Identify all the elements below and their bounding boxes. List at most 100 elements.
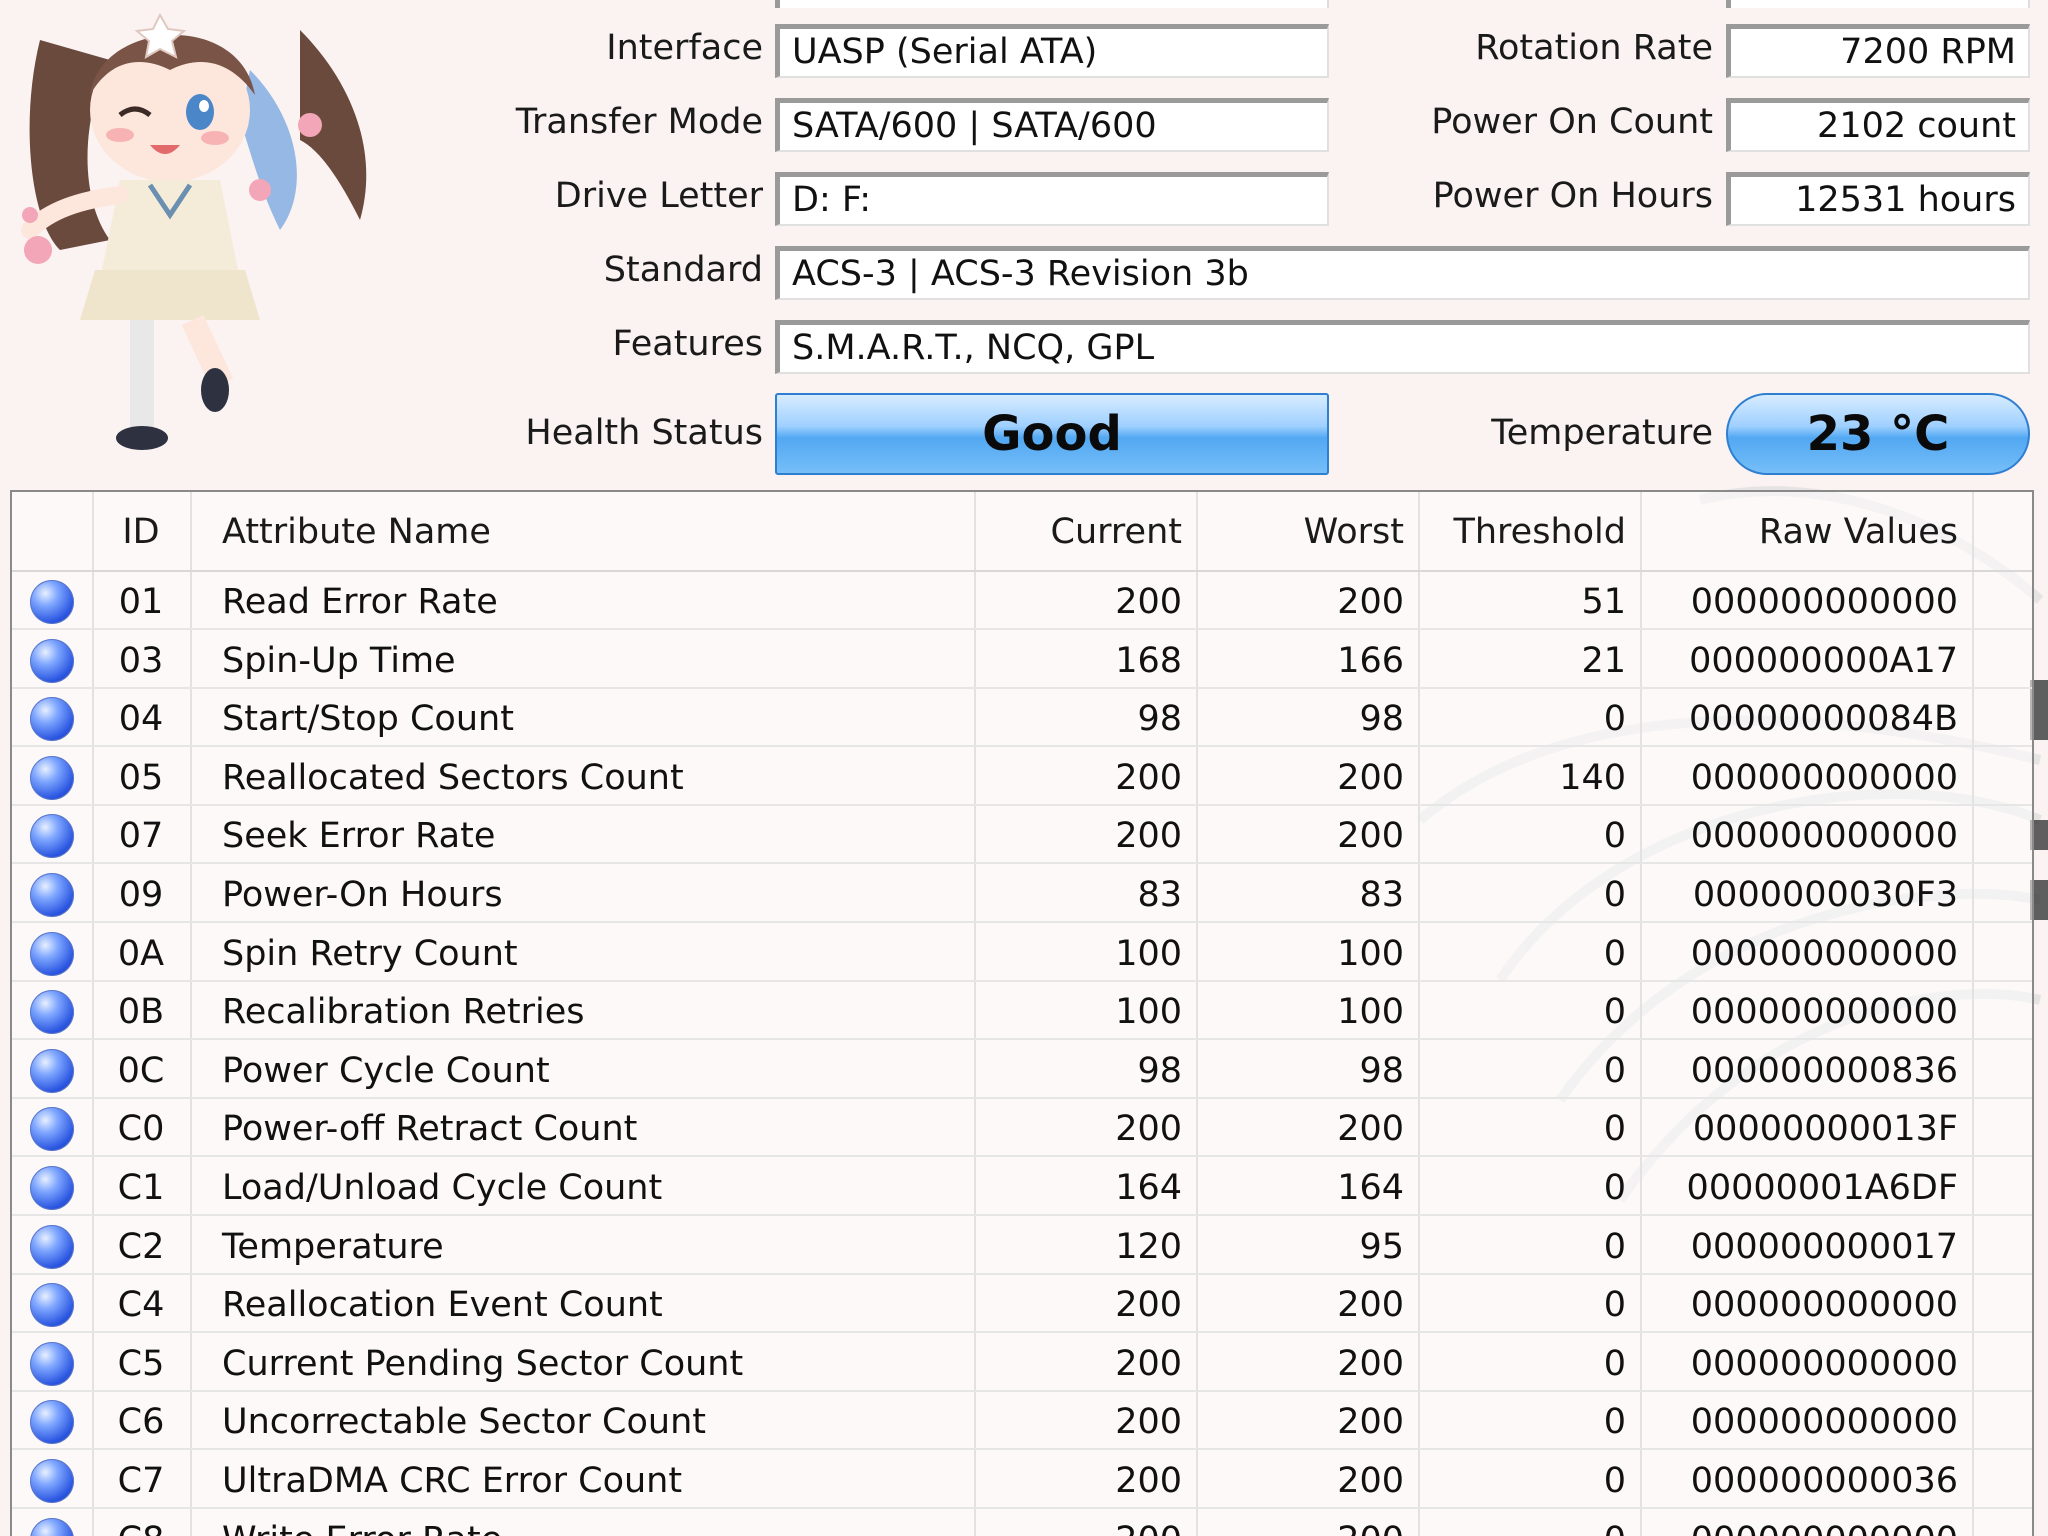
cell-id: 07 [118, 816, 164, 857]
cell-threshold: 0 [1603, 875, 1626, 915]
cell-worst: 100 [1337, 933, 1404, 974]
cell-current: 100 [1115, 933, 1182, 974]
cell-raw-values: 000000000000 [1690, 757, 1958, 798]
column-header-worst[interactable]: Worst [1196, 492, 1418, 570]
cell-current: 83 [1137, 875, 1182, 915]
cell-worst: 200 [1337, 1285, 1404, 1326]
smart-attributes-table[interactable]: ID Attribute Name Current Worst Threshol… [10, 490, 2034, 1536]
features-label: Features [612, 324, 764, 364]
column-header-id[interactable]: ID [92, 492, 190, 570]
column-header-current[interactable]: Current [974, 492, 1196, 570]
status-dot-icon [30, 814, 74, 859]
cell-attribute-name: Uncorrectable Sector Count [222, 1402, 706, 1443]
cell-worst: 200 [1337, 1343, 1404, 1384]
cell-raw-values: 00000000013F [1692, 1109, 1958, 1150]
cell-id: C7 [117, 1461, 165, 1501]
status-dot-icon [30, 1166, 74, 1210]
cell-raw-values: 000000000000 [1690, 1402, 1958, 1443]
cell-attribute-name: Seek Error Rate [222, 816, 496, 857]
features-field: S.M.A.R.T., NCQ, GPL [775, 320, 2030, 374]
table-row[interactable]: C6 Uncorrectable Sector Count 200 200 0 00000… [12, 1392, 2032, 1451]
cell-worst: 200 [1337, 757, 1404, 798]
table-row[interactable]: 0B Recalibration Retries 100 100 0 0000000000… [12, 982, 2032, 1041]
cell-current: 168 [1115, 640, 1182, 681]
temperature-label: Temperature [1491, 413, 1713, 453]
cell-raw-values: 000000000036 [1690, 1461, 1958, 1501]
cell-worst: 98 [1359, 1050, 1404, 1091]
cell-current: 200 [1115, 1461, 1182, 1501]
status-dot-icon [30, 755, 74, 800]
cell-attribute-name: Power Cycle Count [222, 1050, 550, 1091]
cell-current: 120 [1115, 1226, 1182, 1267]
cell-worst: 95 [1359, 1226, 1404, 1267]
temperature-button[interactable]: 23 °C [1726, 393, 2030, 475]
table-row[interactable]: C8Write Error Rate2002000000000000000 [12, 1510, 2032, 1536]
status-dot-icon [30, 638, 74, 683]
cell-worst: 200 [1337, 1461, 1404, 1501]
power-on-hours-field: 12531 hours [1726, 172, 2030, 226]
cell-current: 200 [1115, 1109, 1182, 1150]
column-header-raw-values[interactable]: Raw Values [1640, 492, 1972, 570]
table-row[interactable]: C7 UltraDMA CRC Error Count 200 200 0 0000000… [12, 1451, 2032, 1509]
cell-worst: 200 [1337, 1109, 1404, 1150]
cell-raw-values: 0000000030F3 [1692, 875, 1958, 915]
cell-id: 01 [118, 582, 164, 622]
cell-id: C8 [92, 1510, 190, 1536]
transfer-mode-label: Transfer Mode [515, 102, 763, 142]
cell-attribute-name: Recalibration Retries [222, 992, 585, 1033]
health-status-button[interactable]: Good [775, 393, 1329, 475]
cell-worst: 166 [1337, 640, 1404, 681]
table-row[interactable]: 0C Power Cycle Count 98 98 0 000000000836 [12, 1041, 2032, 1099]
table-row[interactable]: 09 Power-On Hours 83 83 0 0000000030F3 [12, 865, 2032, 923]
standard-field: ACS-3 | ACS-3 Revision 3b [775, 246, 2030, 300]
cell-threshold: 0 [1418, 1510, 1640, 1536]
status-dot-icon [30, 1517, 74, 1536]
table-row[interactable]: 01 Read Error Rate 200 200 51 000000000000 [12, 572, 2032, 630]
table-row[interactable]: 0A Spin Retry Count 100 100 0 000000000000 [12, 924, 2032, 982]
column-header-threshold[interactable]: Threshold [1418, 492, 1640, 570]
cell-threshold: 0 [1603, 816, 1626, 857]
cell-attribute-name: Load/Unload Cycle Count [222, 1168, 663, 1208]
table-row[interactable]: C2 Temperature 120 95 0 000000000017 [12, 1217, 2032, 1275]
status-dot-icon [30, 1048, 74, 1093]
cell-worst: 200 [1337, 582, 1404, 622]
status-dot-icon [30, 1224, 74, 1269]
cell-worst: 200 [1337, 1402, 1404, 1443]
status-dot-icon [30, 1341, 74, 1386]
cell-threshold: 0 [1603, 1168, 1626, 1208]
cell-threshold: 0 [1603, 933, 1626, 974]
cell-attribute-name: Current Pending Sector Count [222, 1343, 744, 1384]
cell-attribute-name: Temperature [222, 1226, 444, 1267]
health-status-label: Health Status [525, 413, 763, 453]
cell-attribute-name: Spin-Up Time [222, 640, 456, 681]
cell-attribute-name: Reallocation Event Count [222, 1285, 663, 1326]
column-header-attribute-name[interactable]: Attribute Name [206, 492, 966, 570]
table-row[interactable]: C4 Reallocation Event Count 200 200 0 0000000… [12, 1275, 2032, 1334]
cell-raw-values: 000000000000 [1690, 1285, 1958, 1326]
cell-id: 0C [117, 1050, 165, 1091]
cell-threshold: 0 [1603, 1402, 1626, 1443]
cell-threshold: 0 [1603, 1226, 1626, 1267]
cell-threshold: 21 [1581, 640, 1626, 681]
cell-worst: 200 [1337, 816, 1404, 857]
cell-raw-values: 000000000000 [1690, 992, 1958, 1033]
table-row[interactable]: C0 Power-off Retract Count 200 200 0 00000000… [12, 1099, 2032, 1158]
cell-id: 05 [118, 757, 164, 798]
cell-raw-values: 00000001A6DF [1686, 1168, 1958, 1208]
table-row[interactable]: C1 Load/Unload Cycle Count 164 164 0 00000001… [12, 1158, 2032, 1216]
status-dot-icon [30, 697, 74, 742]
top-field-edge-right [1726, 0, 2030, 8]
status-dot-icon [30, 873, 74, 917]
cell-threshold: 0 [1603, 992, 1626, 1033]
table-row[interactable]: 07 Seek Error Rate 200 200 0 000000000000 [12, 806, 2032, 865]
cell-raw-values: 000000000000 [1690, 816, 1958, 857]
cell-id: C1 [117, 1168, 165, 1208]
cell-current: 200 [1115, 1285, 1182, 1326]
cell-current: 98 [1137, 699, 1182, 740]
table-row[interactable]: C5 Current Pending Sector Count 200 200 0 000… [12, 1334, 2032, 1392]
transfer-mode-field: SATA/600 | SATA/600 [775, 98, 1329, 152]
table-row[interactable]: 03 Spin-Up Time 168 166 21 000000000A17 [12, 631, 2032, 689]
cell-attribute-name: UltraDMA CRC Error Count [222, 1461, 683, 1501]
table-row[interactable]: 04 Start/Stop Count 98 98 0 00000000084B [12, 689, 2032, 748]
table-row[interactable]: 05 Reallocated Sectors Count 200 200 140 0000… [12, 748, 2032, 806]
